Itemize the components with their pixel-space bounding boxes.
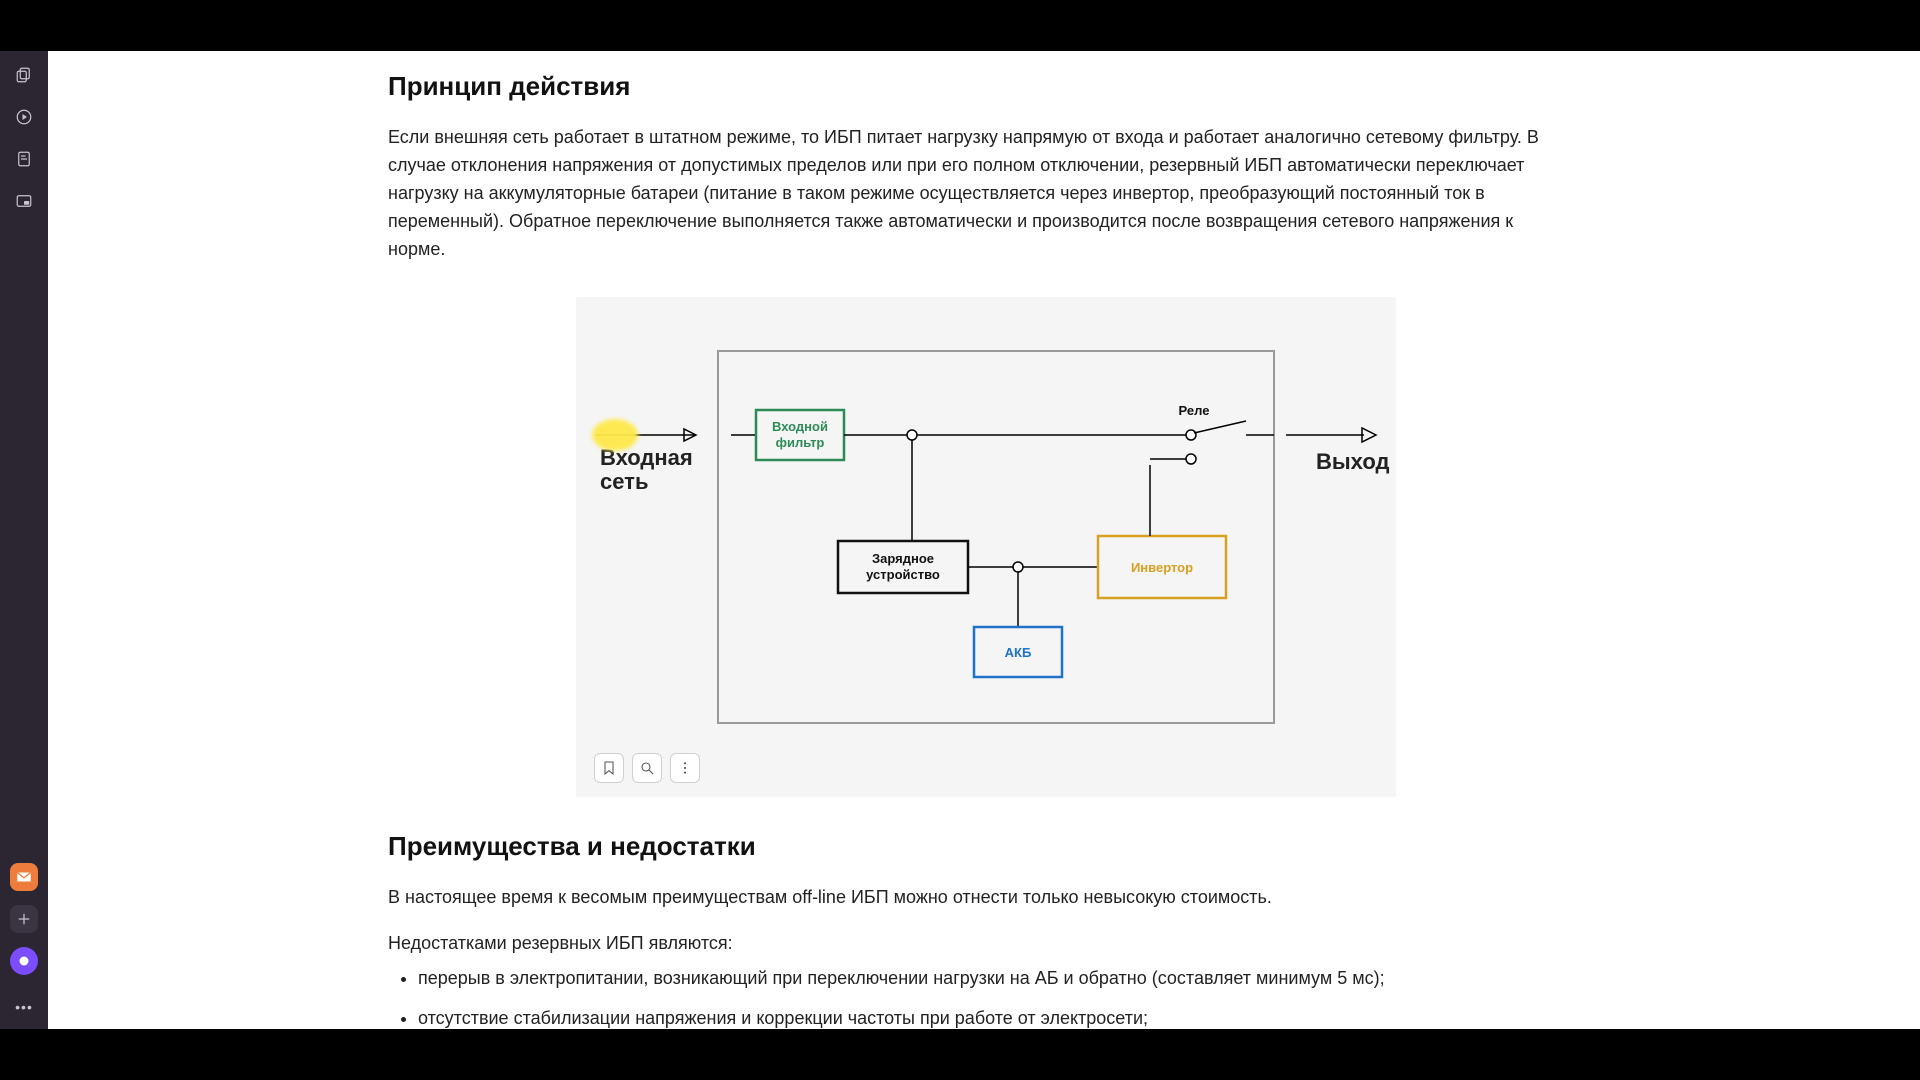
figure-bookmark-button[interactable]: [594, 753, 624, 783]
sidebar-pip-icon[interactable]: [10, 187, 38, 215]
app-sidebar: •••: [0, 51, 48, 1029]
sidebar-mail-icon[interactable]: [10, 863, 38, 891]
diagram-relay: Реле: [1179, 403, 1210, 418]
section-para-pros: В настоящее время к весомым преимущества…: [388, 884, 1558, 912]
section-para-cons-intro: Недостатками резервных ИБП являются:: [388, 930, 1558, 958]
sidebar-add-icon[interactable]: [10, 905, 38, 933]
sidebar-assistant-icon[interactable]: [10, 947, 38, 975]
diagram-filter-1: Входной: [772, 419, 828, 434]
diagram-charger-1: Зарядное: [872, 551, 934, 566]
diagram-output: Выход: [1316, 449, 1390, 474]
diagram-inverter: Инвертор: [1131, 560, 1193, 575]
cons-item: перерыв в электропитании, возникающий пр…: [418, 964, 1558, 994]
cons-item: отсутствие стабилизации напряжения и кор…: [418, 1004, 1558, 1029]
cons-list: перерыв в электропитании, возникающий пр…: [418, 964, 1558, 1029]
sidebar-more-icon[interactable]: •••: [15, 999, 33, 1015]
diagram-battery: АКБ: [1005, 645, 1032, 660]
ups-diagram-figure: Входная сеть Входной фильтр: [576, 297, 1396, 797]
section-title-proscons: Преимущества и недостатки: [388, 831, 1558, 862]
figure-more-button[interactable]: [670, 753, 700, 783]
sidebar-doc-icon[interactable]: [10, 145, 38, 173]
figure-toolbar: [594, 753, 700, 783]
diagram-input-label-2: сеть: [600, 469, 648, 494]
sidebar-copy-icon[interactable]: [10, 61, 38, 89]
sidebar-play-icon[interactable]: [10, 103, 38, 131]
section-title-principle: Принцип действия: [388, 71, 1558, 102]
diagram-charger-2: устройство: [866, 567, 940, 582]
diagram-filter-2: фильтр: [776, 435, 825, 450]
figure-lens-button[interactable]: [632, 753, 662, 783]
section-para-principle: Если внешняя сеть работает в штатном реж…: [388, 124, 1558, 263]
content-frame: Принцип действия Если внешняя сеть работ…: [48, 51, 1920, 1029]
